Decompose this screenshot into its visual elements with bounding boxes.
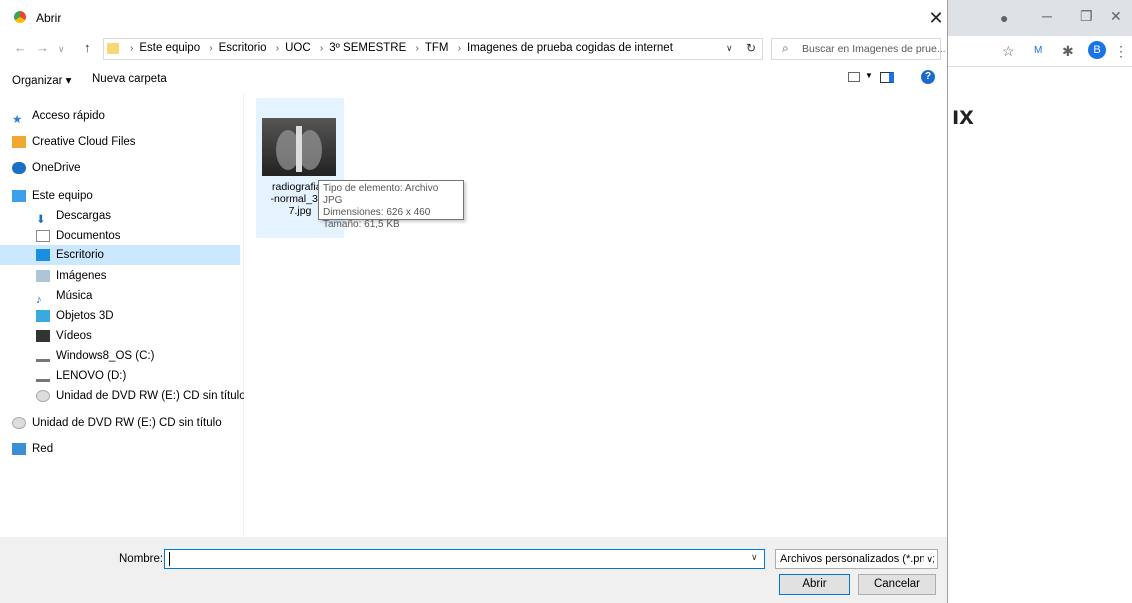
nav-dvd-drive-root[interactable]: Unidad de DVD RW (E:) CD sin título [12, 413, 240, 433]
filename-dropdown-icon[interactable]: ∨ [751, 552, 758, 563]
nav-creative-cloud[interactable]: Creative Cloud Files [12, 132, 240, 152]
nav-videos[interactable]: Vídeos [36, 326, 240, 346]
search-input[interactable]: ⌕ Buscar en Imagenes de prue... [771, 38, 946, 60]
search-placeholder: Buscar en Imagenes de prue... [802, 43, 946, 55]
cube-icon [36, 309, 50, 322]
pictures-icon [36, 269, 50, 282]
search-icon: ⌕ [782, 41, 789, 55]
dialog-titlebar [0, 0, 947, 36]
computer-icon [12, 189, 26, 202]
music-note-icon: ♪ [36, 293, 42, 306]
browser-titlebar: ● ─ ❐ ✕ [948, 0, 1132, 36]
nav-this-pc[interactable]: Este equipo [12, 186, 240, 206]
network-icon [12, 442, 26, 455]
refresh-icon[interactable]: ↻ [746, 41, 756, 55]
nav-dvd-drive[interactable]: Unidad de DVD RW (E:) CD sin título [36, 386, 246, 406]
disc-icon [36, 389, 50, 402]
filename-input[interactable]: ∨ [164, 549, 765, 569]
file-tooltip: Tipo de elemento: Archivo JPG Dimensione… [318, 180, 464, 230]
page-heading-fragment: ıx [952, 100, 974, 130]
back-arrow-icon[interactable]: ← [14, 40, 27, 55]
drive-icon [36, 370, 50, 382]
bookmark-star-icon[interactable]: ☆ [1002, 43, 1015, 59]
breadcrumb-item[interactable]: Escritorio [219, 42, 267, 54]
cancel-button[interactable]: Cancelar [858, 574, 936, 595]
nav-music[interactable]: ♪ Música [36, 286, 240, 306]
address-bar[interactable]: › Este equipo › Escritorio › UOC › 3º SEMEST… [103, 38, 763, 60]
recent-chevron-icon[interactable]: ∨ [58, 44, 65, 55]
kebab-menu-icon[interactable]: ⋮ [1114, 43, 1128, 59]
document-icon [36, 229, 50, 242]
chevron-down-icon: ∨ [924, 550, 933, 568]
change-view-icon[interactable] [848, 72, 860, 82]
open-button[interactable]: Abrir [779, 574, 850, 595]
forward-arrow-icon[interactable]: → [36, 40, 49, 55]
new-folder-button[interactable]: Nueva carpeta [92, 73, 167, 85]
chrome-profile-icon[interactable]: ● [1000, 10, 1008, 26]
close-window-icon[interactable]: ✕ [1110, 8, 1122, 24]
nav-desktop[interactable]: Escritorio [0, 245, 240, 265]
nav-pictures[interactable]: Imágenes [36, 266, 240, 286]
filename-label: Nombre: [119, 553, 164, 565]
nav-documents[interactable]: Documentos [36, 226, 240, 246]
close-dialog-button[interactable]: ✕ [922, 4, 950, 32]
avatar[interactable]: B [1088, 41, 1106, 59]
breadcrumb-item[interactable]: 3º SEMESTRE [329, 42, 406, 54]
download-arrow-icon: ⬇ [36, 213, 46, 226]
disc-icon [12, 416, 26, 429]
restore-icon[interactable]: ❐ [1080, 8, 1093, 24]
xray-thumbnail [262, 118, 336, 176]
preview-pane-icon[interactable] [880, 72, 894, 83]
drive-icon [36, 350, 50, 362]
file-list [244, 94, 947, 537]
folder-icon [12, 135, 26, 148]
film-icon [36, 329, 50, 342]
nav-3d-objects[interactable]: Objetos 3D [36, 306, 240, 326]
breadcrumb-item[interactable]: UOC [285, 42, 311, 54]
breadcrumb-item[interactable]: Imagenes de prueba cogidas de internet [467, 42, 673, 54]
dialog-title: Abrir [36, 11, 62, 25]
desktop-icon [36, 248, 50, 261]
puzzle-extensions-icon[interactable]: ✱ [1062, 43, 1074, 59]
up-arrow-icon[interactable]: ↑ [84, 40, 91, 55]
extension-icon[interactable]: M [1034, 43, 1042, 59]
nav-network[interactable]: Red [12, 439, 240, 459]
thumbnail-image [276, 126, 322, 172]
organize-menu-button[interactable]: Organizar ▾ [12, 73, 71, 87]
text-caret [169, 552, 170, 566]
nav-downloads[interactable]: ⬇ Descargas [36, 206, 240, 226]
help-icon[interactable]: ? [921, 70, 935, 84]
breadcrumb: › Este equipo › Escritorio › UOC › 3º SEMEST… [130, 42, 673, 54]
nav-drive-d[interactable]: LENOVO (D:) [36, 366, 240, 386]
folder-icon [107, 43, 119, 54]
minimize-icon[interactable]: ─ [1042, 8, 1052, 24]
file-type-select[interactable]: Archivos personalizados (*.png; ∨ [775, 549, 938, 569]
nav-onedrive[interactable]: OneDrive [12, 158, 240, 178]
nav-drive-c[interactable]: Windows8_OS (C:) [36, 346, 240, 366]
chrome-logo-icon [14, 11, 26, 23]
cloud-icon [12, 161, 26, 174]
browser-toolbar: ☆ M ✱ B ⋮ [948, 36, 1132, 67]
nav-quick-access[interactable]: ★ Acceso rápido [12, 106, 240, 126]
view-dropdown-icon[interactable]: ▼ [865, 71, 873, 80]
address-dropdown-icon[interactable]: ∨ [726, 43, 733, 54]
breadcrumb-item[interactable]: Este equipo [139, 42, 200, 54]
breadcrumb-item[interactable]: TFM [425, 42, 449, 54]
star-icon: ★ [12, 113, 23, 126]
